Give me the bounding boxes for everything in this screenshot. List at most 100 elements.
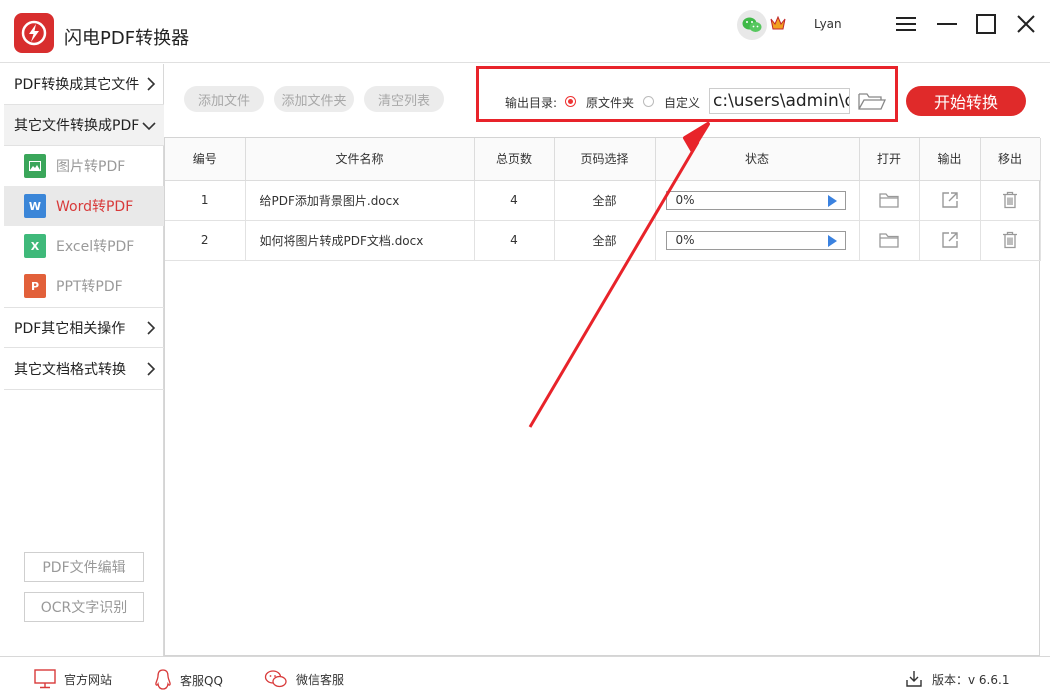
page-range-select[interactable]: 全部 xyxy=(554,220,656,261)
chevron-down-icon xyxy=(142,122,156,131)
wechat-support-link[interactable]: 微信客服 xyxy=(264,669,344,689)
row-index: 2 xyxy=(165,220,246,261)
column-header: 移出 xyxy=(980,138,1041,181)
status-cell: 0% xyxy=(655,220,860,261)
original-folder-radio[interactable] xyxy=(565,96,576,107)
file-name: 如何将图片转成PDF文档.docx xyxy=(245,220,475,261)
pdf-edit-button[interactable]: PDF文件编辑 xyxy=(24,552,144,582)
sidebar-item-word-to-pdf[interactable]: W Word转PDF xyxy=(4,186,164,226)
footer-label: 客服QQ xyxy=(180,673,223,688)
version-info[interactable]: 版本：v 6.6.1 xyxy=(904,669,1009,689)
row-index: 1 xyxy=(165,180,246,221)
export-cell xyxy=(919,180,981,221)
open-folder-icon[interactable] xyxy=(878,229,900,251)
column-header: 输出 xyxy=(919,138,981,181)
sidebar-category-pdf-operations[interactable]: PDF其它相关操作 xyxy=(4,307,164,348)
column-header: 总页数 xyxy=(474,138,555,181)
monitor-icon xyxy=(34,669,56,689)
menu-icon[interactable] xyxy=(894,12,918,36)
sidebar: PDF转换成其它文件 其它文件转换成PDF 图片转PDF W Word转PDF … xyxy=(4,64,164,656)
column-header: 打开 xyxy=(859,138,920,181)
official-website-link[interactable]: 官方网站 xyxy=(34,669,112,689)
wechat-outline-icon xyxy=(264,670,287,688)
open-folder-icon[interactable] xyxy=(878,189,900,211)
sidebar-item-label: Excel转PDF xyxy=(56,239,135,255)
app-title: 闪电PDF转换器 xyxy=(64,28,190,49)
add-folder-button[interactable]: 添加文件夹 xyxy=(274,86,354,112)
page-count: 4 xyxy=(474,220,555,261)
sidebar-item-label: PPT转PDF xyxy=(56,279,123,295)
sidebar-category-label: 其它文件转换成PDF xyxy=(14,118,140,134)
custom-folder-radio[interactable] xyxy=(643,96,654,107)
page-count: 4 xyxy=(474,180,555,221)
progress-text: 0% xyxy=(675,192,695,207)
chevron-right-icon xyxy=(147,77,156,91)
chevron-right-icon xyxy=(147,362,156,376)
file-table-area: 编号 文件名称 总页数 页码选择 状态 打开 输出 移出 1 给PDF添加背景图… xyxy=(164,137,1041,656)
download-update-icon xyxy=(906,671,922,687)
support-qq-link[interactable]: 客服QQ xyxy=(154,669,223,691)
trash-icon[interactable] xyxy=(999,229,1021,251)
play-icon[interactable] xyxy=(827,194,837,207)
footer-label: 官方网站 xyxy=(64,672,113,687)
file-table: 编号 文件名称 总页数 页码选择 状态 打开 输出 移出 1 给PDF添加背景图… xyxy=(165,138,1041,261)
output-directory-label: 输出目录: xyxy=(505,96,558,110)
remove-cell xyxy=(980,180,1041,221)
page-range-select[interactable]: 全部 xyxy=(554,180,656,221)
sidebar-item-label: Word转PDF xyxy=(56,199,134,215)
footer: 官方网站 客服QQ 微信客服 版本：v 6.6.1 xyxy=(0,656,1050,700)
footer-label: 微信客服 xyxy=(296,672,345,687)
custom-folder-label[interactable]: 自定义 xyxy=(664,94,700,111)
trash-icon[interactable] xyxy=(999,189,1021,211)
vip-crown-icon[interactable] xyxy=(769,14,787,32)
username[interactable]: Lyan xyxy=(814,17,842,31)
title-bar: 闪电PDF转换器 Lyan xyxy=(0,0,1050,63)
close-icon[interactable] xyxy=(1014,12,1038,36)
column-header: 文件名称 xyxy=(245,138,475,181)
sidebar-category-label: PDF转换成其它文件 xyxy=(14,77,140,93)
sidebar-category-other-to-pdf[interactable]: 其它文件转换成PDF xyxy=(4,105,164,146)
wechat-icon[interactable] xyxy=(737,10,767,40)
sidebar-category-label: PDF其它相关操作 xyxy=(14,320,126,337)
word-file-icon: W xyxy=(24,194,46,218)
original-folder-label[interactable]: 原文件夹 xyxy=(586,94,634,111)
browse-folder-icon[interactable] xyxy=(857,89,887,113)
column-header: 编号 xyxy=(165,138,246,181)
sidebar-category-doc-format[interactable]: 其它文档格式转换 xyxy=(4,349,164,390)
sidebar-item-excel-to-pdf[interactable]: X Excel转PDF xyxy=(4,226,164,266)
sidebar-item-ppt-to-pdf[interactable]: P PPT转PDF xyxy=(4,266,164,306)
excel-file-icon: X xyxy=(24,234,46,258)
version-label: 版本：v 6.6.1 xyxy=(932,672,1010,687)
start-convert-button[interactable]: 开始转换 xyxy=(906,86,1026,116)
qq-penguin-icon xyxy=(155,669,171,690)
table-header-row: 编号 文件名称 总页数 页码选择 状态 打开 输出 移出 xyxy=(165,138,1041,181)
open-cell xyxy=(859,220,920,261)
ppt-file-icon: P xyxy=(24,274,46,298)
output-path-input[interactable] xyxy=(709,88,850,114)
chevron-right-icon xyxy=(147,321,156,335)
open-cell xyxy=(859,180,920,221)
file-name: 给PDF添加背景图片.docx xyxy=(245,180,475,221)
export-icon[interactable] xyxy=(939,229,961,251)
maximize-icon[interactable] xyxy=(974,12,998,36)
table-row[interactable]: 2 如何将图片转成PDF文档.docx 4 全部 0% xyxy=(165,220,1041,261)
progress-bar: 0% xyxy=(665,230,846,250)
play-icon[interactable] xyxy=(827,234,837,247)
ocr-button[interactable]: OCR文字识别 xyxy=(24,592,144,622)
app-logo-icon xyxy=(14,13,54,53)
remove-cell xyxy=(980,220,1041,261)
sidebar-category-pdf-to-other[interactable]: PDF转换成其它文件 xyxy=(4,64,164,105)
column-header: 状态 xyxy=(655,138,860,181)
add-file-button[interactable]: 添加文件 xyxy=(184,86,264,112)
export-icon[interactable] xyxy=(939,189,961,211)
progress-bar: 0% xyxy=(665,190,846,210)
column-header: 页码选择 xyxy=(554,138,656,181)
sidebar-item-label: 图片转PDF xyxy=(56,159,126,175)
table-row[interactable]: 1 给PDF添加背景图片.docx 4 全部 0% xyxy=(165,180,1041,221)
progress-text: 0% xyxy=(675,232,695,247)
status-cell: 0% xyxy=(655,180,860,221)
sidebar-item-image-to-pdf[interactable]: 图片转PDF xyxy=(4,146,164,186)
sidebar-category-label: 其它文档格式转换 xyxy=(14,362,126,378)
clear-list-button[interactable]: 清空列表 xyxy=(364,86,444,112)
minimize-icon[interactable] xyxy=(935,12,959,36)
